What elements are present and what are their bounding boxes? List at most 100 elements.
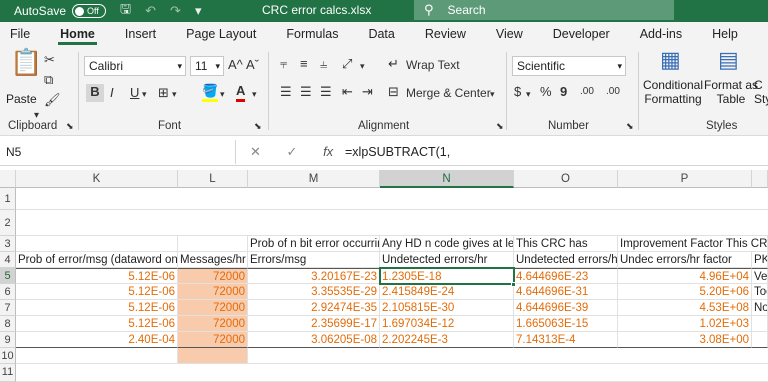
conditional-formatting-line2[interactable]: Formatting xyxy=(640,92,706,106)
row-header-2[interactable]: 2 xyxy=(0,210,16,236)
font-launcher-icon[interactable]: ⬊ xyxy=(254,118,262,134)
insert-function-icon[interactable]: fx xyxy=(323,144,333,159)
column-header-q[interactable] xyxy=(752,170,768,188)
format-painter-icon[interactable]: 🖌 xyxy=(44,92,61,108)
cell[interactable] xyxy=(178,236,248,252)
tab-developer[interactable]: Developer xyxy=(553,22,610,46)
tab-review[interactable]: Review xyxy=(425,22,466,46)
cell-q7[interactable]: No xyxy=(752,300,768,316)
font-color-icon[interactable]: A xyxy=(236,83,246,102)
cell-o6[interactable]: 4.644696E-31 xyxy=(514,284,618,300)
orientation-icon[interactable]: ⤢ xyxy=(342,56,352,72)
row-header-4[interactable]: 4 xyxy=(0,252,16,268)
row-header-1[interactable]: 1 xyxy=(0,188,16,210)
cell-k4[interactable]: Prob of error/msg (dataword only) xyxy=(16,252,178,268)
column-header-n[interactable]: N xyxy=(380,170,514,188)
cell-p8[interactable]: 1.02E+03 xyxy=(618,316,752,332)
font-size-select[interactable]: 11 ▾ xyxy=(190,56,224,76)
merge-center-button[interactable]: Merge & Center xyxy=(406,85,491,101)
cell-q9[interactable] xyxy=(752,332,768,348)
currency-button[interactable]: $ xyxy=(514,84,521,100)
chevron-down-icon[interactable]: ▾ xyxy=(142,86,147,102)
customize-toolbar-icon[interactable]: ▾ xyxy=(195,3,202,19)
cell-q5[interactable]: Ver xyxy=(752,268,768,284)
cell-l7[interactable]: 72000 xyxy=(178,300,248,316)
cell-o9[interactable]: 7.14313E-4 xyxy=(514,332,618,348)
redo-icon[interactable]: ↷ xyxy=(170,3,181,19)
increase-indent-icon[interactable]: ⇥ xyxy=(362,84,373,100)
tab-file[interactable]: File xyxy=(10,22,30,46)
cell-p4[interactable]: Undec errors/hr factor xyxy=(618,252,752,268)
row-header-6[interactable]: 6 xyxy=(0,284,16,300)
cell-q6[interactable]: Too xyxy=(752,284,768,300)
borders-icon[interactable]: ⊞ xyxy=(158,85,169,101)
empty-row[interactable] xyxy=(16,210,768,236)
cell-p5[interactable]: 4.96E+04 xyxy=(618,268,752,284)
merge-center-icon[interactable]: ⊟ xyxy=(388,84,399,100)
chevron-down-icon[interactable]: ▾ xyxy=(526,86,531,102)
cell-l6[interactable]: 72000 xyxy=(178,284,248,300)
increase-decimal-button[interactable]: .00 xyxy=(580,84,594,100)
chevron-down-icon[interactable]: ▾ xyxy=(360,58,365,74)
format-as-table-line1[interactable]: Format as xyxy=(704,78,758,92)
tab-data[interactable]: Data xyxy=(368,22,394,46)
cell-p9[interactable]: 3.08E+00 xyxy=(618,332,752,348)
cell-q8[interactable] xyxy=(752,316,768,332)
cell-k8[interactable]: 5.12E-06 xyxy=(16,316,178,332)
bold-button[interactable]: B xyxy=(86,84,104,102)
conditional-formatting-line1[interactable]: Conditional xyxy=(640,78,706,92)
search-box[interactable]: ⚲ Search xyxy=(414,0,674,20)
cell-m8[interactable]: 2.35699E-17 xyxy=(248,316,380,332)
row-header-5[interactable]: 5 xyxy=(0,268,16,284)
align-middle-icon[interactable]: ≡ xyxy=(300,56,308,72)
enter-icon[interactable]: ✓ xyxy=(287,144,298,159)
cell-m4[interactable]: Errors/msg xyxy=(248,252,380,268)
paste-button[interactable]: Paste xyxy=(6,92,37,106)
chevron-down-icon[interactable]: ▾ xyxy=(172,86,177,102)
empty-row[interactable] xyxy=(16,364,768,382)
cell-n8[interactable]: 1.697034E-12 xyxy=(380,316,514,332)
cell-n6[interactable]: 2.415849E-24 xyxy=(380,284,514,300)
cell-styles-line1[interactable]: C xyxy=(754,78,768,92)
decrease-decimal-button[interactable]: .00 xyxy=(606,84,620,100)
number-launcher-icon[interactable]: ⬊ xyxy=(626,118,634,134)
chevron-down-icon[interactable]: ▾ xyxy=(490,86,495,102)
cell-k6[interactable]: 5.12E-06 xyxy=(16,284,178,300)
row-header-10[interactable]: 10 xyxy=(0,348,16,364)
cell-o3[interactable]: This CRC has xyxy=(514,236,618,252)
empty-row[interactable] xyxy=(248,348,768,364)
percent-button[interactable]: % xyxy=(540,84,552,100)
cell-n5[interactable]: 1.2305E-18 xyxy=(380,268,514,284)
empty-row[interactable] xyxy=(16,188,768,210)
cell-l8[interactable]: 72000 xyxy=(178,316,248,332)
underline-button[interactable]: U xyxy=(130,85,139,101)
shrink-font-icon[interactable]: Aˇ xyxy=(246,57,259,73)
align-right-icon[interactable]: ☰ xyxy=(320,84,332,100)
cell-k9[interactable]: 2.40E-04 xyxy=(16,332,178,348)
cell-m6[interactable]: 3.35535E-29 xyxy=(248,284,380,300)
wrap-text-icon[interactable]: ↵ xyxy=(388,56,399,72)
fill-handle[interactable] xyxy=(511,282,516,287)
tab-view[interactable]: View xyxy=(496,22,523,46)
row-header-8[interactable]: 8 xyxy=(0,316,16,332)
alignment-launcher-icon[interactable]: ⬊ xyxy=(496,118,504,134)
format-as-table-icon[interactable]: ▤ xyxy=(718,49,739,71)
tab-formulas[interactable]: Formulas xyxy=(286,22,338,46)
tab-help[interactable]: Help xyxy=(712,22,738,46)
cell-o4[interactable]: Undetected errors/hr xyxy=(514,252,618,268)
copy-icon[interactable]: ⧉ xyxy=(44,72,53,88)
paste-icon[interactable]: 📋 xyxy=(10,49,42,75)
cell[interactable] xyxy=(16,348,178,364)
row-header-7[interactable]: 7 xyxy=(0,300,16,316)
cell-m9[interactable]: 3.06205E-08 xyxy=(248,332,380,348)
save-icon[interactable]: 🖫 xyxy=(120,0,131,22)
wrap-text-button[interactable]: Wrap Text xyxy=(406,57,460,73)
cancel-icon[interactable]: ✕ xyxy=(250,144,261,159)
cell-n9[interactable]: 2.202245E-3 xyxy=(380,332,514,348)
align-left-icon[interactable]: ☰ xyxy=(280,84,292,100)
cell-o7[interactable]: 4.644696E-39 xyxy=(514,300,618,316)
font-name-select[interactable]: Calibri ▾ xyxy=(84,56,186,76)
align-center-icon[interactable]: ☰ xyxy=(300,84,312,100)
name-box[interactable]: N5 xyxy=(0,140,236,164)
column-header-p[interactable]: P xyxy=(618,170,752,188)
